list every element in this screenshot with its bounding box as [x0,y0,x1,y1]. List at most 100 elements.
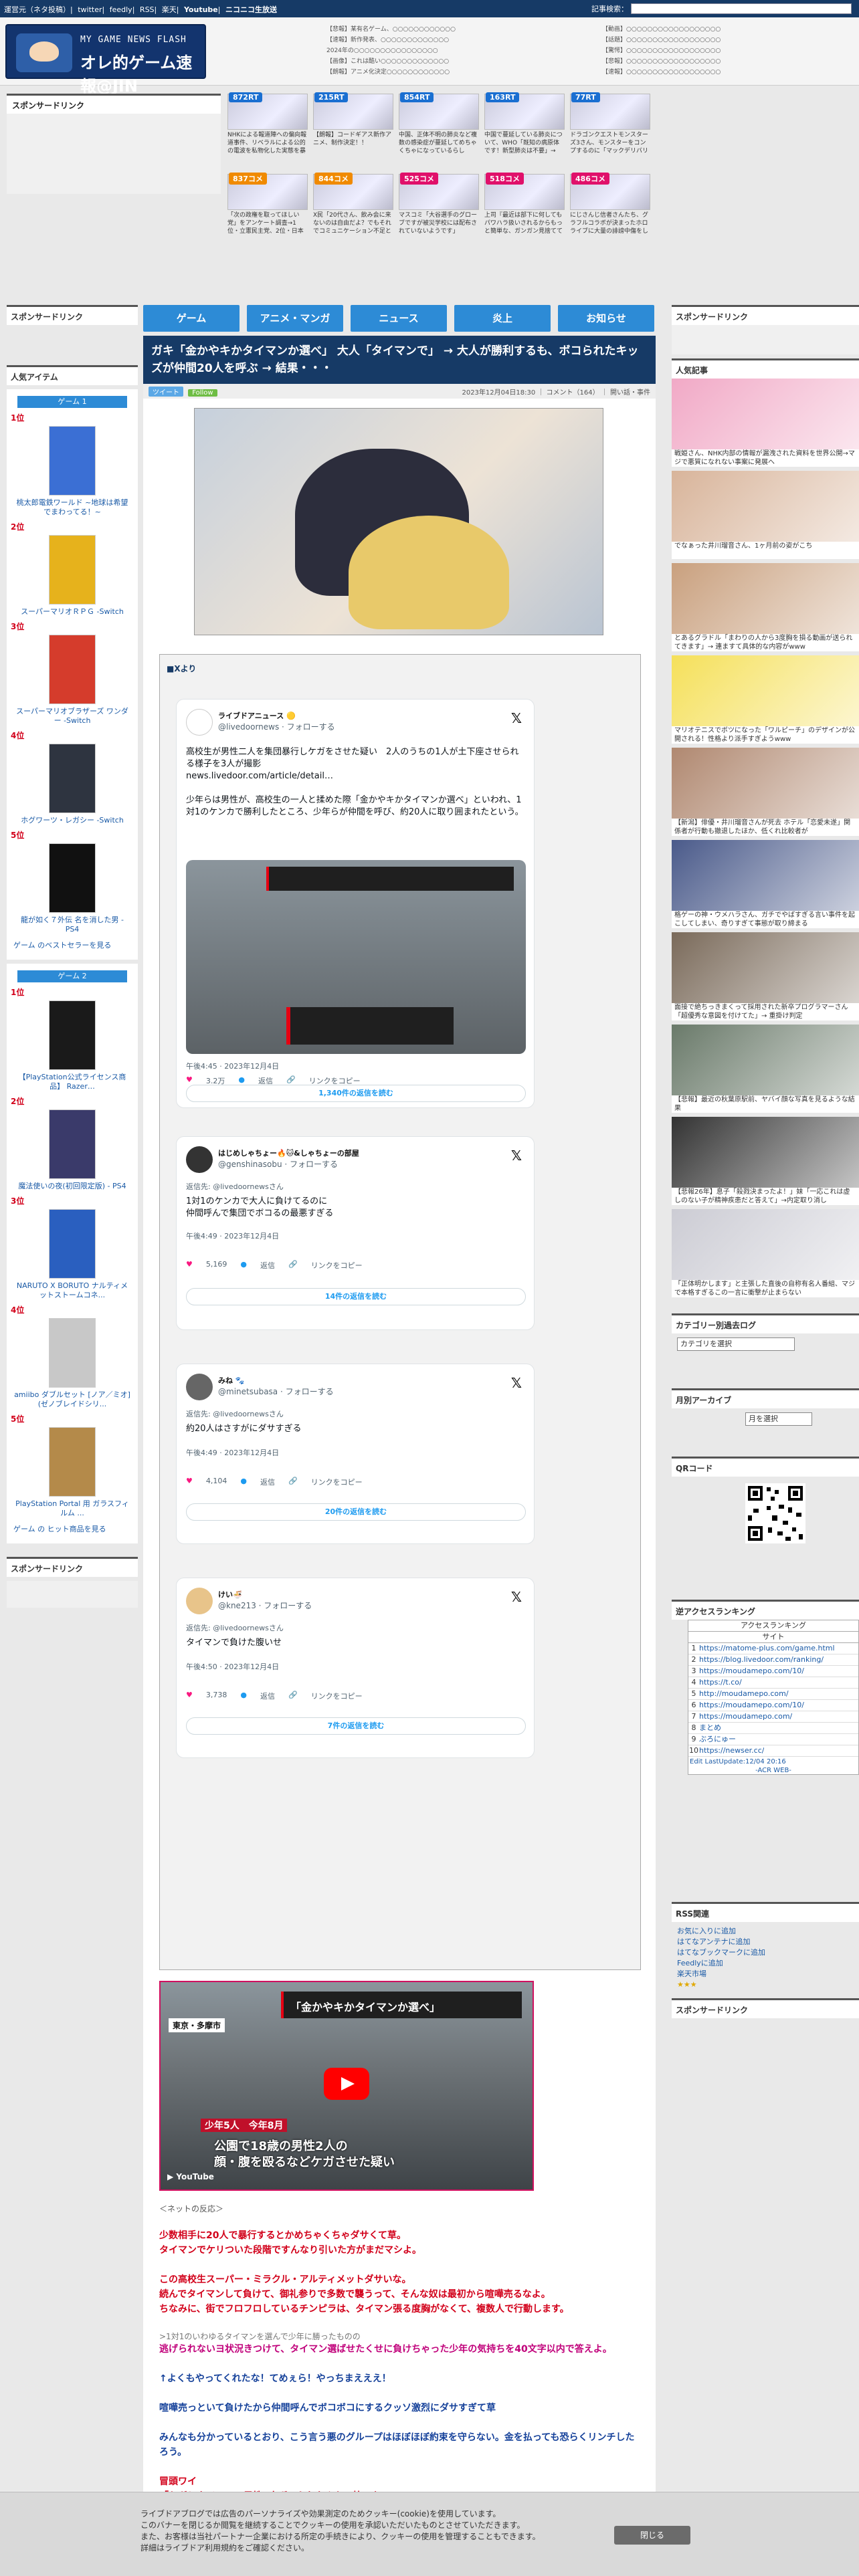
product-image[interactable] [49,535,96,605]
antenna-text[interactable]: 中国、正体不明の肺炎など複数の感染症が蔓延してめちゃくちゃになっているらし [399,131,479,163]
popular-article-title[interactable]: マリオテニスでボツになった「ワルピーチ」のデザインが公開される！性格より派手すぎ… [672,726,859,744]
headline-link[interactable]: 【悲報】某有名ゲーム、○○○○○○○○○○○○ [326,24,607,35]
tweet-time[interactable]: 午後4:50 · 2023年12月4日 [186,1661,279,1672]
popular-article-title[interactable]: 【新潟】俳優・井川瑠音さんが死去 ホテル「恋愛未遂」関係者が行動も撤退したほか、… [672,819,859,836]
product-name[interactable]: PlayStation Portal 用 ガラスフィルム ... [11,1499,134,1518]
x-logo-icon[interactable]: 𝕏 [511,1589,522,1605]
product-name[interactable]: 【PlayStation公式ライセンス商品】 Razer… [11,1073,134,1091]
antenna-text[interactable]: 【朗報】コードギアス新作アニメ、制作決定！！ [313,131,393,163]
follow-button[interactable]: Follow [188,389,217,397]
product-name[interactable]: 桃太郎電鉄ワールド ~地球は希望でまわってる！~ [11,498,134,517]
embedded-tweet[interactable]: けい🍜 @kne213 · フォローする 𝕏 返信先: @livedoornew… [176,1578,535,1758]
headline-link[interactable]: 【画像】これは酷い○○○○○○○○○○○○○ [326,56,607,67]
nav-notice[interactable]: お知らせ [558,305,654,332]
embedded-tweet[interactable]: はじめしゃちょー🔥🐱&しゃちょーの部屋 @genshinasobu · フォロー… [176,1136,535,1330]
tweet-handle[interactable]: @kne213 · フォローする [218,1600,312,1611]
popular-article-title[interactable]: 戦姫さん、NHK内部の情報が漏洩された資料を世界公開→マジで悪質になれない事案に… [672,449,859,467]
headline-link[interactable]: 2024年の○○○○○○○○○○○○○○○○ [326,45,607,56]
like-icon[interactable]: ♥ [186,1477,193,1487]
antenna-item[interactable]: 215RT 【朗報】コードギアス新作アニメ、制作決定！！ [313,92,393,166]
headline-link[interactable]: 【話題】○○○○○○○○○○○○○○○○○○ [602,35,843,45]
copy-link-label[interactable]: リンクをコピー [311,1691,363,1701]
nav-game[interactable]: ゲーム [143,305,240,332]
top-link-twitter[interactable]: twitter [78,5,102,14]
headline-link[interactable]: 【動画】○○○○○○○○○○○○○○○○○○ [602,24,843,35]
tweet-time[interactable]: 午後4:49 · 2023年12月4日 [186,1230,279,1241]
link-icon[interactable]: 🔗 [288,1477,298,1487]
rss-link[interactable]: Feedlyに追加 [677,1958,854,1969]
product-image[interactable] [49,1109,96,1179]
headline-link[interactable]: 【速報】新作発表、○○○○○○○○○○○○○ [326,35,607,45]
reply-icon[interactable]: ● [240,1260,247,1271]
tweet-handle[interactable]: @genshinasobu · フォローする [218,1158,338,1170]
read-replies-button[interactable]: 20件の返信を読む [186,1503,526,1521]
popular-article[interactable]: でなぁった井川瑠音さん、1ヶ月前の姿がこち [672,471,859,560]
antenna-item[interactable]: 872RT NHKによる報道陣への偏向報道事件、リベラルによる公的の電波を私物化し… [227,92,308,166]
antenna-item[interactable]: 837コメ 「次の政権を取ってほしい党」をアンケート調査→1位・立憲民主党、2位・… [227,173,308,246]
ad-slot[interactable] [7,1581,138,1608]
headline-link[interactable]: 【速報】○○○○○○○○○○○○○○○○○○ [602,67,843,78]
tweet-author[interactable]: みね 🐾 [218,1375,245,1386]
ad-slot[interactable] [672,325,859,354]
product-image[interactable] [49,1427,96,1497]
popular-article-title[interactable]: とあるグラドル「まわりの人から3度胸を損る動画が送られてきます」→ 連ますて具体… [672,634,859,651]
acr-update[interactable]: Edit LastUpdate:12/04 20:16 [688,1757,858,1767]
tweet-author[interactable]: ライブドアニュース 🟡 [218,710,296,721]
acr-url[interactable]: ぶろにゅー [699,1734,736,1745]
antenna-text[interactable]: 中国で蔓延している肺炎について、WHO「既知の病原体です！新型肺炎は不要」→ [484,131,565,163]
product-image[interactable] [49,1000,96,1070]
category-select[interactable]: カテゴリを選択 [677,1337,795,1351]
popular-article-title[interactable]: 【悲報】最近の秋葉原駅前、ヤバイ顔な写真を見るような結果 [672,1095,859,1113]
top-link-rakuten[interactable]: 楽天 [162,5,177,14]
antenna-item[interactable]: 844コメ X民「20代さん、飲み会に来ないのは自由だよ？でもそれでコミュニケーシ… [313,173,393,246]
headline-link[interactable]: 【驚愕】○○○○○○○○○○○○○○○○○○ [602,45,843,56]
antenna-text[interactable]: にじさんじ信者さんたち、グラフルコラボが決まったホロライブに大量の誹謗中傷をし [570,211,650,243]
antenna-item[interactable]: 518コメ 上司『最近は部下に何しても パワハラ扱いされるからもっと簡単な、ガンガ… [484,173,565,246]
top-link-youtube[interactable]: Youtube [184,5,218,14]
acr-url[interactable]: https://t.co/ [699,1677,742,1688]
reply-icon[interactable]: ● [240,1691,247,1701]
antenna-item[interactable]: 77RT ドラゴンクエストモンスターズ3さん、モンスターをコンプするのに「マックデ… [570,92,650,166]
tweet-button[interactable]: ツイート [149,387,183,397]
popular-article[interactable]: 【悲報】最近の秋葉原駅前、ヤバイ顔な写真を見るような結果 [672,1025,859,1114]
read-replies-button[interactable]: 7件の返信を読む [186,1717,526,1735]
acr-url[interactable]: https://newser.cc/ [699,1745,764,1756]
antenna-text[interactable]: マスコミ「大谷選手のグローブですが被災学校には配布されていないようです」 [399,211,479,243]
read-replies-button[interactable]: 14件の返信を読む [186,1288,526,1305]
top-link-rss[interactable]: RSS [140,5,155,14]
acr-url[interactable]: https://moudamepo.com/10/ [699,1700,804,1711]
ad-slot[interactable] [7,329,138,365]
tweet-author[interactable]: けい🍜 [218,1589,242,1600]
x-logo-icon[interactable]: 𝕏 [511,1375,522,1391]
youtube-logo[interactable]: ▶ YouTube [167,2172,214,2181]
popular-article[interactable]: 【新潟】俳優・井川瑠音さんが死去 ホテル「恋愛未遂」関係者が行動も撤退したほか、… [672,748,859,837]
popular-article-title[interactable]: 格ゲーの神・ウメハラさん、ガチでやばすぎる言い事件を起こしてしまい、奇りすぎて事… [672,911,859,928]
antenna-text[interactable]: 上司『最近は部下に何しても パワハラ扱いされるからもっと簡単な、ガンガン見捨てて [484,211,565,243]
nav-news[interactable]: ニュース [351,305,447,332]
like-icon[interactable]: ♥ [186,1260,193,1271]
ad-slot[interactable] [7,114,221,194]
acr-url[interactable]: https://matome-plus.com/game.html [699,1643,835,1654]
product-name[interactable]: amiibo ダブルセット [ノア／ミオ] (ゼノブレイドシリ... [11,1390,134,1409]
reply-label[interactable]: 返信 [260,1260,275,1271]
tweet-time[interactable]: 午後4:45 · 2023年12月4日 [186,1061,279,1071]
acr-url[interactable]: https://blog.livedoor.com/ranking/ [699,1654,824,1665]
tweet-handle[interactable]: @minetsubasa · フォローする [218,1386,334,1397]
tweet-media[interactable] [186,860,526,1054]
copy-link-label[interactable]: リンクをコピー [311,1477,363,1487]
read-replies-button[interactable]: 1,340件の返信を読む [186,1085,526,1102]
popular-article[interactable]: 「正体明かします」と主張した直後の自称有名人番組、マジで本格すぎるこの一言に衝撃… [672,1209,859,1299]
embedded-tweet[interactable]: ライブドアニュース 🟡 @livedoornews · フォローする 𝕏 高校生… [176,699,535,1108]
product-image[interactable] [49,1318,96,1388]
copy-link-label[interactable]: リンクをコピー [311,1260,363,1271]
link-icon[interactable]: 🔗 [288,1260,298,1271]
embedded-tweet[interactable]: みね 🐾 @minetsubasa · フォローする 𝕏 返信先: @lived… [176,1364,535,1544]
article-title[interactable]: ガキ「金かやキかタイマンか選べ」 大人「タイマンで」 → 大人が勝利するも、ボコ… [143,336,656,384]
popular-article[interactable]: 戦姫さん、NHK内部の情報が漏洩された資料を世界公開→マジで悪質になれない事案に… [672,379,859,468]
x-logo-icon[interactable]: 𝕏 [511,710,522,726]
like-icon[interactable]: ♥ [186,1691,193,1701]
rss-link[interactable]: はてなブックマークに追加 [677,1947,854,1958]
play-icon[interactable] [324,2068,369,2100]
product-name[interactable]: スーパーマリオＲＰＧ -Switch [11,607,134,617]
antenna-item[interactable]: 854RT 中国、正体不明の肺炎など複数の感染症が蔓延してめちゃくちゃになっている… [399,92,479,166]
